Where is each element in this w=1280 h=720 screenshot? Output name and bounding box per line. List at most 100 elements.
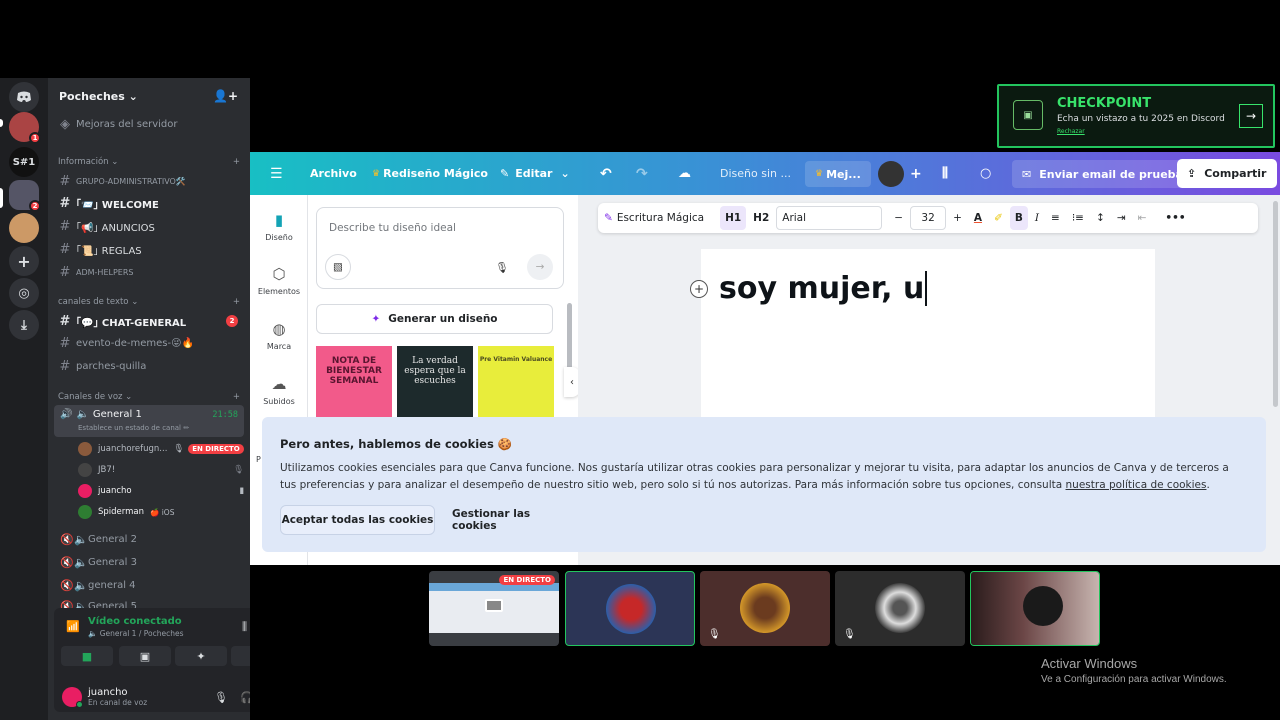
heading-1-button[interactable]: H1	[720, 206, 747, 230]
template-thumb[interactable]: NOTA DE BIENESTAR SEMANAL	[316, 346, 392, 418]
align-icon[interactable]: ≡	[1046, 206, 1065, 230]
category-info[interactable]: Información ⌄ +	[58, 157, 240, 167]
hamburger-menu-icon[interactable]: ☰	[270, 152, 283, 195]
category-text[interactable]: canales de texto ⌄ +	[58, 297, 240, 307]
stream-tile-user[interactable]: 🎙	[835, 571, 965, 646]
soundboard-button[interactable]: ✺	[231, 646, 250, 666]
increase-size-button[interactable]: +	[948, 206, 967, 230]
server-pocheches[interactable]: 2	[9, 180, 41, 212]
side-diseno[interactable]: ▮ Diseño	[250, 211, 308, 242]
menu-rediseno-magico[interactable]: ♛ Rediseño Mágico	[372, 152, 488, 195]
voice-user[interactable]: juancho ▮	[78, 482, 244, 500]
italic-icon[interactable]: I	[1030, 206, 1044, 230]
manage-cookies-button[interactable]: Gestionar las cookies	[452, 505, 577, 535]
generate-design-button[interactable]: ✦ Generar un diseño	[316, 304, 553, 334]
side-elementos[interactable]: ⬡ Elementos	[250, 265, 308, 296]
comment-icon[interactable]: ○	[980, 152, 991, 195]
screen-share-button[interactable]: ▣	[119, 646, 171, 666]
submit-arrow-icon[interactable]: →	[527, 254, 553, 280]
voice-location[interactable]: 🔈 General 1 / Pocheches	[88, 629, 183, 638]
checkpoint-banner[interactable]: ▣ CHECKPOINT Echa un vistazo a tu 2025 e…	[997, 84, 1275, 148]
voice-user[interactable]: Spiderman 🍎 iOS	[78, 503, 244, 521]
add-element-icon[interactable]: +	[690, 280, 708, 298]
voice-user[interactable]: juanchorefugn... 🎙 EN DIRECTO	[78, 440, 244, 458]
menu-editar[interactable]: ✎ Editar ⌄	[500, 152, 570, 195]
voice-channel[interactable]: 🔇 🔈 General 2	[54, 529, 244, 549]
channel-chat-general[interactable]: # ｢💬｣ CHAT-GENERAL 2	[54, 311, 244, 331]
side-marca[interactable]: ◍ Marca	[250, 320, 308, 351]
redo-icon[interactable]: ↷	[636, 152, 648, 195]
voice-channel[interactable]: 🔇 🔈 General 3	[54, 552, 244, 572]
voice-channel-active[interactable]: 🔊 🔈 General 1 21:58 Establece un estado …	[54, 405, 244, 437]
invite-icon[interactable]: 👤+	[213, 89, 238, 103]
stream-tile-camera[interactable]	[970, 571, 1100, 646]
highlight-icon[interactable]: ✐	[989, 206, 1008, 230]
cookie-policy-link[interactable]: nuestra política de cookies	[1066, 479, 1207, 491]
avatar[interactable]	[62, 687, 83, 708]
stream-tile-user[interactable]: 🎙	[700, 571, 830, 646]
more-options-icon[interactable]: •••	[1160, 206, 1190, 230]
server-avatar-1[interactable]: 1	[9, 112, 41, 144]
magic-write-button[interactable]: ✎ Escritura Mágica	[599, 206, 709, 230]
add-channel-icon[interactable]: +	[233, 157, 240, 167]
stream-tile-screen[interactable]: EN DIRECTO	[429, 571, 559, 646]
arrow-right-button[interactable]: →	[1239, 104, 1263, 128]
camera-button[interactable]: ■	[61, 646, 113, 666]
image-upload-icon[interactable]: ▧	[325, 254, 351, 280]
voice-channel[interactable]: 🔇 🔈 general 4	[54, 575, 244, 595]
channel-grupo-admin[interactable]: # GRUPO-ADMINISTRATIVO🛠️	[54, 171, 244, 191]
template-thumb[interactable]: La verdad espera que la escuches	[397, 346, 473, 418]
category-voice[interactable]: Canales de voz ⌄ +	[58, 392, 240, 402]
microphone-icon[interactable]: 🎙	[214, 691, 228, 704]
channel-status[interactable]: Establece un estado de canal ✏	[78, 424, 189, 432]
channel-anuncios[interactable]: # ｢📢｣ ANUNCIOS	[54, 216, 244, 236]
download-icon[interactable]: ⤓	[9, 310, 39, 340]
server-s1[interactable]: S#1	[9, 147, 39, 177]
menu-archivo[interactable]: Archivo	[310, 152, 357, 195]
canvas-scrollbar[interactable]	[1273, 201, 1278, 407]
upgrade-button[interactable]: ♛ Mej...	[805, 161, 871, 187]
outdent-icon[interactable]: ⇤	[1133, 206, 1152, 230]
channel-reglas[interactable]: # ｢📜｣ REGLAS	[54, 239, 244, 259]
voice-user[interactable]: JB7! 🎙	[78, 461, 244, 479]
bold-icon[interactable]: B	[1009, 206, 1028, 230]
analytics-icon[interactable]: ⫼	[942, 152, 948, 195]
activities-button[interactable]: ✦	[175, 646, 227, 666]
font-family-select[interactable]: Arial	[776, 206, 883, 230]
headphones-icon[interactable]: 🎧	[240, 691, 250, 704]
font-size-input[interactable]: 32	[910, 206, 947, 230]
server-header[interactable]: Pocheches ⌄ 👤+	[48, 78, 250, 114]
indent-icon[interactable]: ⇥	[1112, 206, 1131, 230]
add-server-icon[interactable]: +	[9, 246, 39, 276]
add-channel-icon[interactable]: +	[233, 392, 240, 402]
template-thumb[interactable]: Pre Vitamin Valuance	[478, 346, 554, 418]
list-icon[interactable]: ⁝≡	[1067, 206, 1089, 230]
collaborator-avatar[interactable]	[878, 152, 904, 195]
text-color-icon[interactable]: A	[969, 206, 987, 230]
share-button[interactable]: ⇪ Compartir	[1177, 159, 1277, 188]
microphone-icon[interactable]: 🎙	[489, 254, 515, 280]
add-collaborator-icon[interactable]: +	[910, 152, 922, 195]
server-boost-item[interactable]: ◈ Mejoras del servidor	[54, 114, 244, 134]
server-avatar-3[interactable]	[9, 213, 39, 243]
channel-parches[interactable]: # parches-quilla	[54, 356, 244, 376]
stream-tile-spiderman[interactable]	[565, 571, 695, 646]
discord-home-icon[interactable]	[9, 82, 39, 112]
channel-welcome[interactable]: # ｢📨｣ WELCOME	[54, 193, 244, 213]
accept-cookies-button[interactable]: Aceptar todas las cookies	[280, 505, 435, 535]
spacing-icon[interactable]: ↕	[1091, 206, 1110, 230]
undo-icon[interactable]: ↶	[600, 152, 612, 195]
side-subidos[interactable]: ☁ Subidos	[250, 375, 308, 406]
page-text-box[interactable]: soy mujer, u	[719, 271, 928, 306]
channel-adm-helpers[interactable]: # ADM-HELPERS	[54, 262, 244, 282]
cloud-sync-icon[interactable]: ☁	[678, 152, 691, 195]
channel-memes[interactable]: # evento-de-memes-😜🔥	[54, 333, 244, 353]
heading-2-button[interactable]: H2	[748, 206, 774, 230]
document-title[interactable]: Diseño sin ...	[720, 152, 791, 195]
explore-icon[interactable]: ◎	[9, 278, 39, 308]
dismiss-link[interactable]: Rechazar	[1057, 128, 1085, 135]
soundboard-icon[interactable]: ⫼	[242, 620, 247, 634]
design-prompt-input[interactable]: Describe tu diseño ideal ▧ 🎙 →	[316, 207, 564, 289]
add-channel-icon[interactable]: +	[233, 297, 240, 307]
decrease-size-button[interactable]: −	[889, 206, 908, 230]
